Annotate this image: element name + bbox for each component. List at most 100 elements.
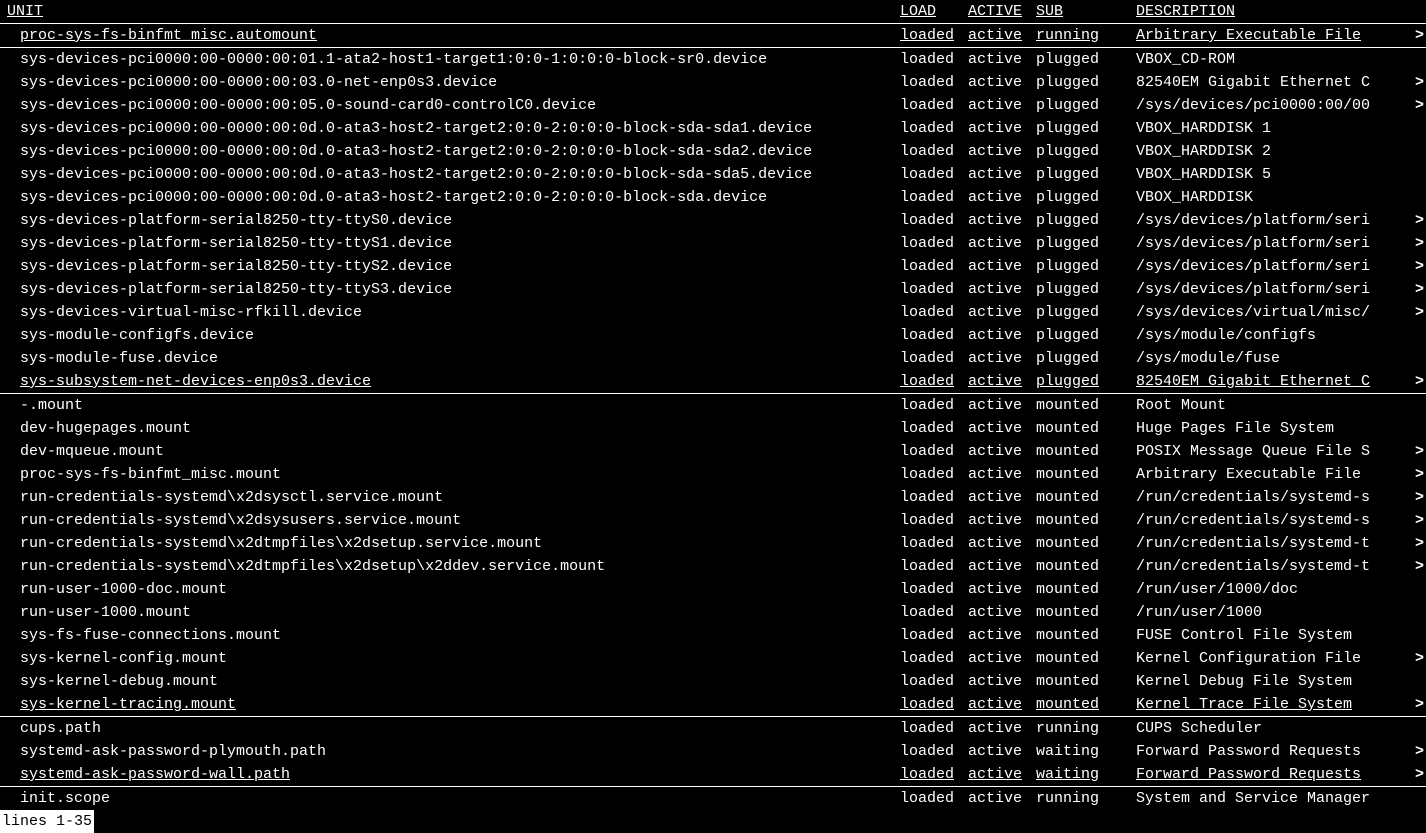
table-row[interactable]: sys-kernel-config.mountloadedactivemount… bbox=[0, 647, 1426, 670]
table-row[interactable]: sys-devices-pci0000:00-0000:00:01.1-ata2… bbox=[0, 48, 1426, 71]
table-row[interactable]: sys-kernel-debug.mountloadedactivemounte… bbox=[0, 670, 1426, 693]
table-row[interactable]: sys-kernel-tracing.mountloadedactivemoun… bbox=[0, 693, 1426, 717]
table-row[interactable]: dev-hugepages.mountloadedactivemountedHu… bbox=[0, 417, 1426, 440]
pager-status: lines 1-35 bbox=[0, 810, 1426, 833]
table-row[interactable]: proc-sys-fs-binfmt_misc.automountloadeda… bbox=[0, 24, 1426, 48]
cell-desc: VBOX_HARDDISK 5 bbox=[1136, 163, 1426, 186]
cell-unit: run-user-1000-doc.mount bbox=[0, 578, 900, 601]
table-row[interactable]: sys-devices-virtual-misc-rfkill.devicelo… bbox=[0, 301, 1426, 324]
cell-unit: systemd-ask-password-wall.path bbox=[0, 763, 900, 787]
cell-load: loaded bbox=[900, 301, 968, 324]
table-row[interactable]: cups.pathloadedactiverunningCUPS Schedul… bbox=[0, 717, 1426, 740]
table-row[interactable]: run-credentials-systemd\x2dtmpfiles\x2ds… bbox=[0, 532, 1426, 555]
table-row[interactable]: run-credentials-systemd\x2dtmpfiles\x2ds… bbox=[0, 555, 1426, 578]
cell-active: active bbox=[968, 647, 1036, 670]
overflow-indicator-icon: > bbox=[1415, 370, 1424, 393]
cell-unit: sys-kernel-tracing.mount bbox=[0, 693, 900, 717]
table-row[interactable]: sys-devices-platform-serial8250-tty-ttyS… bbox=[0, 209, 1426, 232]
col-load: LOAD bbox=[900, 0, 968, 24]
col-active: ACTIVE bbox=[968, 0, 1036, 24]
table-row[interactable]: sys-devices-pci0000:00-0000:00:0d.0-ata3… bbox=[0, 163, 1426, 186]
cell-sub: mounted bbox=[1036, 463, 1136, 486]
cell-desc: 82540EM Gigabit Ethernet C> bbox=[1136, 370, 1426, 394]
cell-unit: run-credentials-systemd\x2dsysusers.serv… bbox=[0, 509, 900, 532]
cell-load: loaded bbox=[900, 347, 968, 370]
cell-sub: running bbox=[1036, 24, 1136, 48]
cell-unit: sys-module-configfs.device bbox=[0, 324, 900, 347]
cell-sub: mounted bbox=[1036, 670, 1136, 693]
cell-desc: /run/credentials/systemd-s> bbox=[1136, 486, 1426, 509]
table-row[interactable]: sys-module-configfs.deviceloadedactivepl… bbox=[0, 324, 1426, 347]
overflow-indicator-icon: > bbox=[1415, 555, 1424, 578]
systemctl-table: UNIT LOAD ACTIVE SUB DESCRIPTION proc-sy… bbox=[0, 0, 1426, 810]
table-row[interactable]: init.scopeloadedactiverunningSystem and … bbox=[0, 787, 1426, 810]
cell-desc: Arbitrary Executable File > bbox=[1136, 24, 1426, 48]
cell-desc: Forward Password Requests > bbox=[1136, 763, 1426, 787]
table-row[interactable]: sys-devices-pci0000:00-0000:00:0d.0-ata3… bbox=[0, 117, 1426, 140]
table-row[interactable]: run-credentials-systemd\x2dsysusers.serv… bbox=[0, 509, 1426, 532]
cell-load: loaded bbox=[900, 555, 968, 578]
cell-load: loaded bbox=[900, 693, 968, 717]
cell-sub: plugged bbox=[1036, 232, 1136, 255]
overflow-indicator-icon: > bbox=[1415, 255, 1424, 278]
cell-sub: mounted bbox=[1036, 578, 1136, 601]
overflow-indicator-icon: > bbox=[1415, 693, 1424, 716]
cell-unit: sys-devices-platform-serial8250-tty-ttyS… bbox=[0, 232, 900, 255]
cell-unit: sys-devices-pci0000:00-0000:00:0d.0-ata3… bbox=[0, 163, 900, 186]
cell-load: loaded bbox=[900, 624, 968, 647]
cell-sub: mounted bbox=[1036, 532, 1136, 555]
col-sub: SUB bbox=[1036, 0, 1136, 24]
table-row[interactable]: sys-devices-pci0000:00-0000:00:0d.0-ata3… bbox=[0, 140, 1426, 163]
cell-sub: running bbox=[1036, 717, 1136, 740]
cell-load: loaded bbox=[900, 140, 968, 163]
table-row[interactable]: dev-mqueue.mountloadedactivemountedPOSIX… bbox=[0, 440, 1426, 463]
table-row[interactable]: proc-sys-fs-binfmt_misc.mountloadedactiv… bbox=[0, 463, 1426, 486]
overflow-indicator-icon: > bbox=[1415, 301, 1424, 324]
table-row[interactable]: run-user-1000-doc.mountloadedactivemount… bbox=[0, 578, 1426, 601]
cell-load: loaded bbox=[900, 740, 968, 763]
table-row[interactable]: run-credentials-systemd\x2dsysctl.servic… bbox=[0, 486, 1426, 509]
cell-load: loaded bbox=[900, 717, 968, 740]
cell-desc: /sys/devices/platform/seri> bbox=[1136, 255, 1426, 278]
table-row[interactable]: sys-devices-platform-serial8250-tty-ttyS… bbox=[0, 232, 1426, 255]
table-row[interactable]: sys-devices-platform-serial8250-tty-ttyS… bbox=[0, 255, 1426, 278]
cell-load: loaded bbox=[900, 486, 968, 509]
cell-unit: sys-devices-pci0000:00-0000:00:01.1-ata2… bbox=[0, 48, 900, 71]
cell-unit: sys-kernel-debug.mount bbox=[0, 670, 900, 693]
table-row[interactable]: sys-devices-pci0000:00-0000:00:03.0-net-… bbox=[0, 71, 1426, 94]
table-row[interactable]: -.mountloadedactivemountedRoot Mount bbox=[0, 394, 1426, 417]
cell-sub: plugged bbox=[1036, 48, 1136, 71]
cell-desc: /run/user/1000 bbox=[1136, 601, 1426, 624]
table-row[interactable]: sys-devices-pci0000:00-0000:00:0d.0-ata3… bbox=[0, 186, 1426, 209]
cell-load: loaded bbox=[900, 163, 968, 186]
table-row[interactable]: sys-devices-pci0000:00-0000:00:05.0-soun… bbox=[0, 94, 1426, 117]
table-row[interactable]: systemd-ask-password-plymouth.pathloaded… bbox=[0, 740, 1426, 763]
cell-desc: VBOX_HARDDISK 2 bbox=[1136, 140, 1426, 163]
table-row[interactable]: sys-subsystem-net-devices-enp0s3.devicel… bbox=[0, 370, 1426, 394]
overflow-indicator-icon: > bbox=[1415, 763, 1424, 786]
cell-sub: plugged bbox=[1036, 94, 1136, 117]
cell-active: active bbox=[968, 186, 1036, 209]
col-description: DESCRIPTION bbox=[1136, 0, 1426, 24]
table-row[interactable]: sys-fs-fuse-connections.mountloadedactiv… bbox=[0, 624, 1426, 647]
table-row[interactable]: sys-devices-platform-serial8250-tty-ttyS… bbox=[0, 278, 1426, 301]
overflow-indicator-icon: > bbox=[1415, 463, 1424, 486]
cell-sub: mounted bbox=[1036, 601, 1136, 624]
cell-sub: plugged bbox=[1036, 278, 1136, 301]
cell-load: loaded bbox=[900, 509, 968, 532]
cell-unit: run-user-1000.mount bbox=[0, 601, 900, 624]
cell-load: loaded bbox=[900, 117, 968, 140]
table-row[interactable]: systemd-ask-password-wall.pathloadedacti… bbox=[0, 763, 1426, 787]
overflow-indicator-icon: > bbox=[1415, 740, 1424, 763]
table-row[interactable]: sys-module-fuse.deviceloadedactiveplugge… bbox=[0, 347, 1426, 370]
cell-load: loaded bbox=[900, 532, 968, 555]
cell-desc: /sys/devices/pci0000:00/00> bbox=[1136, 94, 1426, 117]
cell-sub: plugged bbox=[1036, 347, 1136, 370]
cell-active: active bbox=[968, 417, 1036, 440]
table-row[interactable]: run-user-1000.mountloadedactivemounted/r… bbox=[0, 601, 1426, 624]
cell-desc: VBOX_HARDDISK bbox=[1136, 186, 1426, 209]
cell-load: loaded bbox=[900, 186, 968, 209]
cell-active: active bbox=[968, 763, 1036, 787]
cell-sub: mounted bbox=[1036, 624, 1136, 647]
cell-unit: sys-devices-platform-serial8250-tty-ttyS… bbox=[0, 255, 900, 278]
